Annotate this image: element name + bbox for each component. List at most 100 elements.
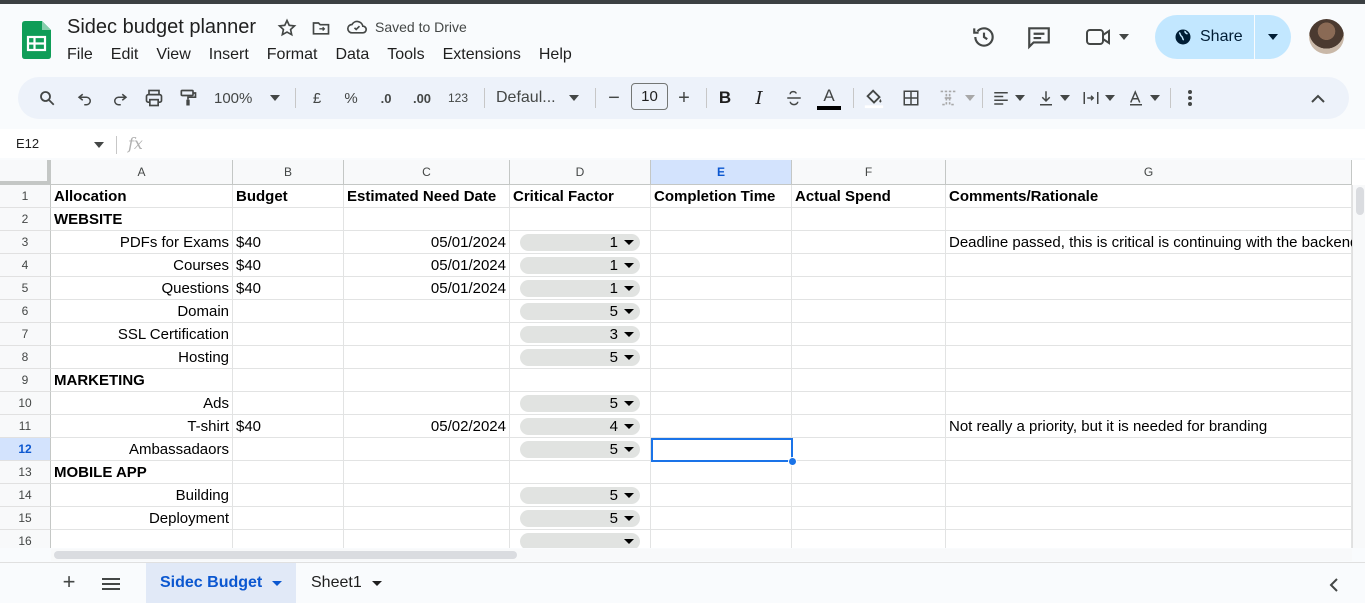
cell-e13[interactable] xyxy=(651,461,792,484)
merge-cells-icon[interactable] xyxy=(935,77,961,119)
vertical-scrollbar[interactable] xyxy=(1352,185,1365,548)
critical-factor-dropdown[interactable]: 3 xyxy=(520,326,640,343)
menu-edit[interactable]: Edit xyxy=(102,46,148,64)
cell-g10[interactable] xyxy=(946,392,1352,415)
increase-font-size-icon[interactable]: + xyxy=(673,77,695,119)
sheet-tab-dropdown-icon[interactable] xyxy=(371,580,382,586)
menu-tools[interactable]: Tools xyxy=(378,46,433,64)
row-header-6[interactable]: 6 xyxy=(0,300,51,323)
all-sheets-icon[interactable] xyxy=(102,578,120,590)
cell-a4[interactable]: Courses xyxy=(51,254,233,277)
cell-d12[interactable]: 5 xyxy=(510,438,651,461)
column-header-a[interactable]: A xyxy=(51,160,233,185)
cell-e1[interactable]: Completion Time xyxy=(651,185,792,208)
add-sheet-button[interactable]: + xyxy=(58,569,80,594)
cell-d10[interactable]: 5 xyxy=(510,392,651,415)
select-all-corner[interactable] xyxy=(0,160,51,185)
cell-g16[interactable] xyxy=(946,530,1352,548)
cell-a15[interactable]: Deployment xyxy=(51,507,233,530)
more-options-icon[interactable] xyxy=(1178,77,1202,119)
row-header-12[interactable]: 12 xyxy=(0,438,51,461)
cell-e10[interactable] xyxy=(651,392,792,415)
cell-d9[interactable] xyxy=(510,369,651,392)
collapse-side-panel-icon[interactable] xyxy=(1329,578,1339,592)
cell-g7[interactable] xyxy=(946,323,1352,346)
merge-dropdown-icon[interactable] xyxy=(964,77,976,119)
cell-f1[interactable]: Actual Spend xyxy=(792,185,946,208)
column-header-e[interactable]: E xyxy=(651,160,792,185)
formula-input[interactable] xyxy=(160,130,1350,159)
cell-a8[interactable]: Hosting xyxy=(51,346,233,369)
sheets-logo-icon[interactable] xyxy=(22,21,51,59)
cell-d4[interactable]: 1 xyxy=(510,254,651,277)
cell-f13[interactable] xyxy=(792,461,946,484)
text-color-button[interactable]: A xyxy=(816,77,842,119)
cell-a5[interactable]: Questions xyxy=(51,277,233,300)
critical-factor-dropdown[interactable]: 1 xyxy=(520,257,640,274)
critical-factor-dropdown[interactable]: 5 xyxy=(520,441,640,458)
cell-e11[interactable] xyxy=(651,415,792,438)
undo-icon[interactable] xyxy=(73,77,97,119)
cell-d6[interactable]: 5 xyxy=(510,300,651,323)
cell-g14[interactable] xyxy=(946,484,1352,507)
decrease-font-size-icon[interactable]: − xyxy=(603,77,625,119)
menu-insert[interactable]: Insert xyxy=(200,46,258,64)
cell-f10[interactable] xyxy=(792,392,946,415)
cell-c13[interactable] xyxy=(344,461,510,484)
cell-e7[interactable] xyxy=(651,323,792,346)
cell-d8[interactable]: 5 xyxy=(510,346,651,369)
cell-f7[interactable] xyxy=(792,323,946,346)
cell-b8[interactable] xyxy=(233,346,344,369)
font-family-select[interactable]: Defaul... xyxy=(496,77,566,119)
comments-icon[interactable] xyxy=(1026,24,1052,50)
vertical-align-icon[interactable] xyxy=(1034,77,1058,119)
critical-factor-dropdown[interactable]: 1 xyxy=(520,234,640,251)
cell-c7[interactable] xyxy=(344,323,510,346)
zoom-select[interactable]: 100% xyxy=(214,77,264,119)
cell-g3[interactable]: Deadline passed, this is critical is con… xyxy=(946,231,1358,254)
menu-view[interactable]: View xyxy=(147,46,199,64)
cell-c15[interactable] xyxy=(344,507,510,530)
cell-c4[interactable]: 05/01/2024 xyxy=(344,254,510,277)
cell-d11[interactable]: 4 xyxy=(510,415,651,438)
increase-decimal-button[interactable]: .00 xyxy=(406,77,438,119)
cell-b9[interactable] xyxy=(233,369,344,392)
row-header-1[interactable]: 1 xyxy=(0,185,51,208)
menu-help[interactable]: Help xyxy=(530,46,581,64)
saved-status[interactable]: Saved to Drive xyxy=(347,19,467,35)
row-header-2[interactable]: 2 xyxy=(0,208,51,231)
critical-factor-dropdown[interactable]: 5 xyxy=(520,303,640,320)
cell-b5[interactable]: $40 xyxy=(233,277,344,300)
row-header-13[interactable]: 13 xyxy=(0,461,51,484)
cell-e8[interactable] xyxy=(651,346,792,369)
menu-extensions[interactable]: Extensions xyxy=(434,46,530,64)
cell-a10[interactable]: Ads xyxy=(51,392,233,415)
menu-data[interactable]: Data xyxy=(326,46,378,64)
cell-g13[interactable] xyxy=(946,461,1352,484)
row-header-16[interactable]: 16 xyxy=(0,530,51,548)
cell-a7[interactable]: SSL Certification xyxy=(51,323,233,346)
cell-b10[interactable] xyxy=(233,392,344,415)
cell-f3[interactable] xyxy=(792,231,946,254)
column-header-c[interactable]: C xyxy=(344,160,510,185)
cell-a2[interactable]: WEBSITE xyxy=(51,208,233,231)
sheet-tab-sheet1[interactable]: Sheet1 xyxy=(297,563,396,603)
account-avatar[interactable] xyxy=(1309,19,1344,54)
row-header-7[interactable]: 7 xyxy=(0,323,51,346)
cell-b7[interactable] xyxy=(233,323,344,346)
critical-factor-dropdown[interactable]: 1 xyxy=(520,280,640,297)
row-header-8[interactable]: 8 xyxy=(0,346,51,369)
row-header-11[interactable]: 11 xyxy=(0,415,51,438)
name-box-dropdown-icon[interactable] xyxy=(94,142,104,148)
row-header-10[interactable]: 10 xyxy=(0,392,51,415)
fill-color-icon[interactable] xyxy=(861,77,887,119)
cell-d2[interactable] xyxy=(510,208,651,231)
column-header-f[interactable]: F xyxy=(792,160,946,185)
cell-e15[interactable] xyxy=(651,507,792,530)
cell-c5[interactable]: 05/01/2024 xyxy=(344,277,510,300)
cell-e2[interactable] xyxy=(651,208,792,231)
cell-g11[interactable]: Not really a priority, but it is needed … xyxy=(946,415,1352,438)
cell-a12[interactable]: Ambassadaors xyxy=(51,438,233,461)
cell-g6[interactable] xyxy=(946,300,1352,323)
cell-a9[interactable]: MARKETING xyxy=(51,369,233,392)
